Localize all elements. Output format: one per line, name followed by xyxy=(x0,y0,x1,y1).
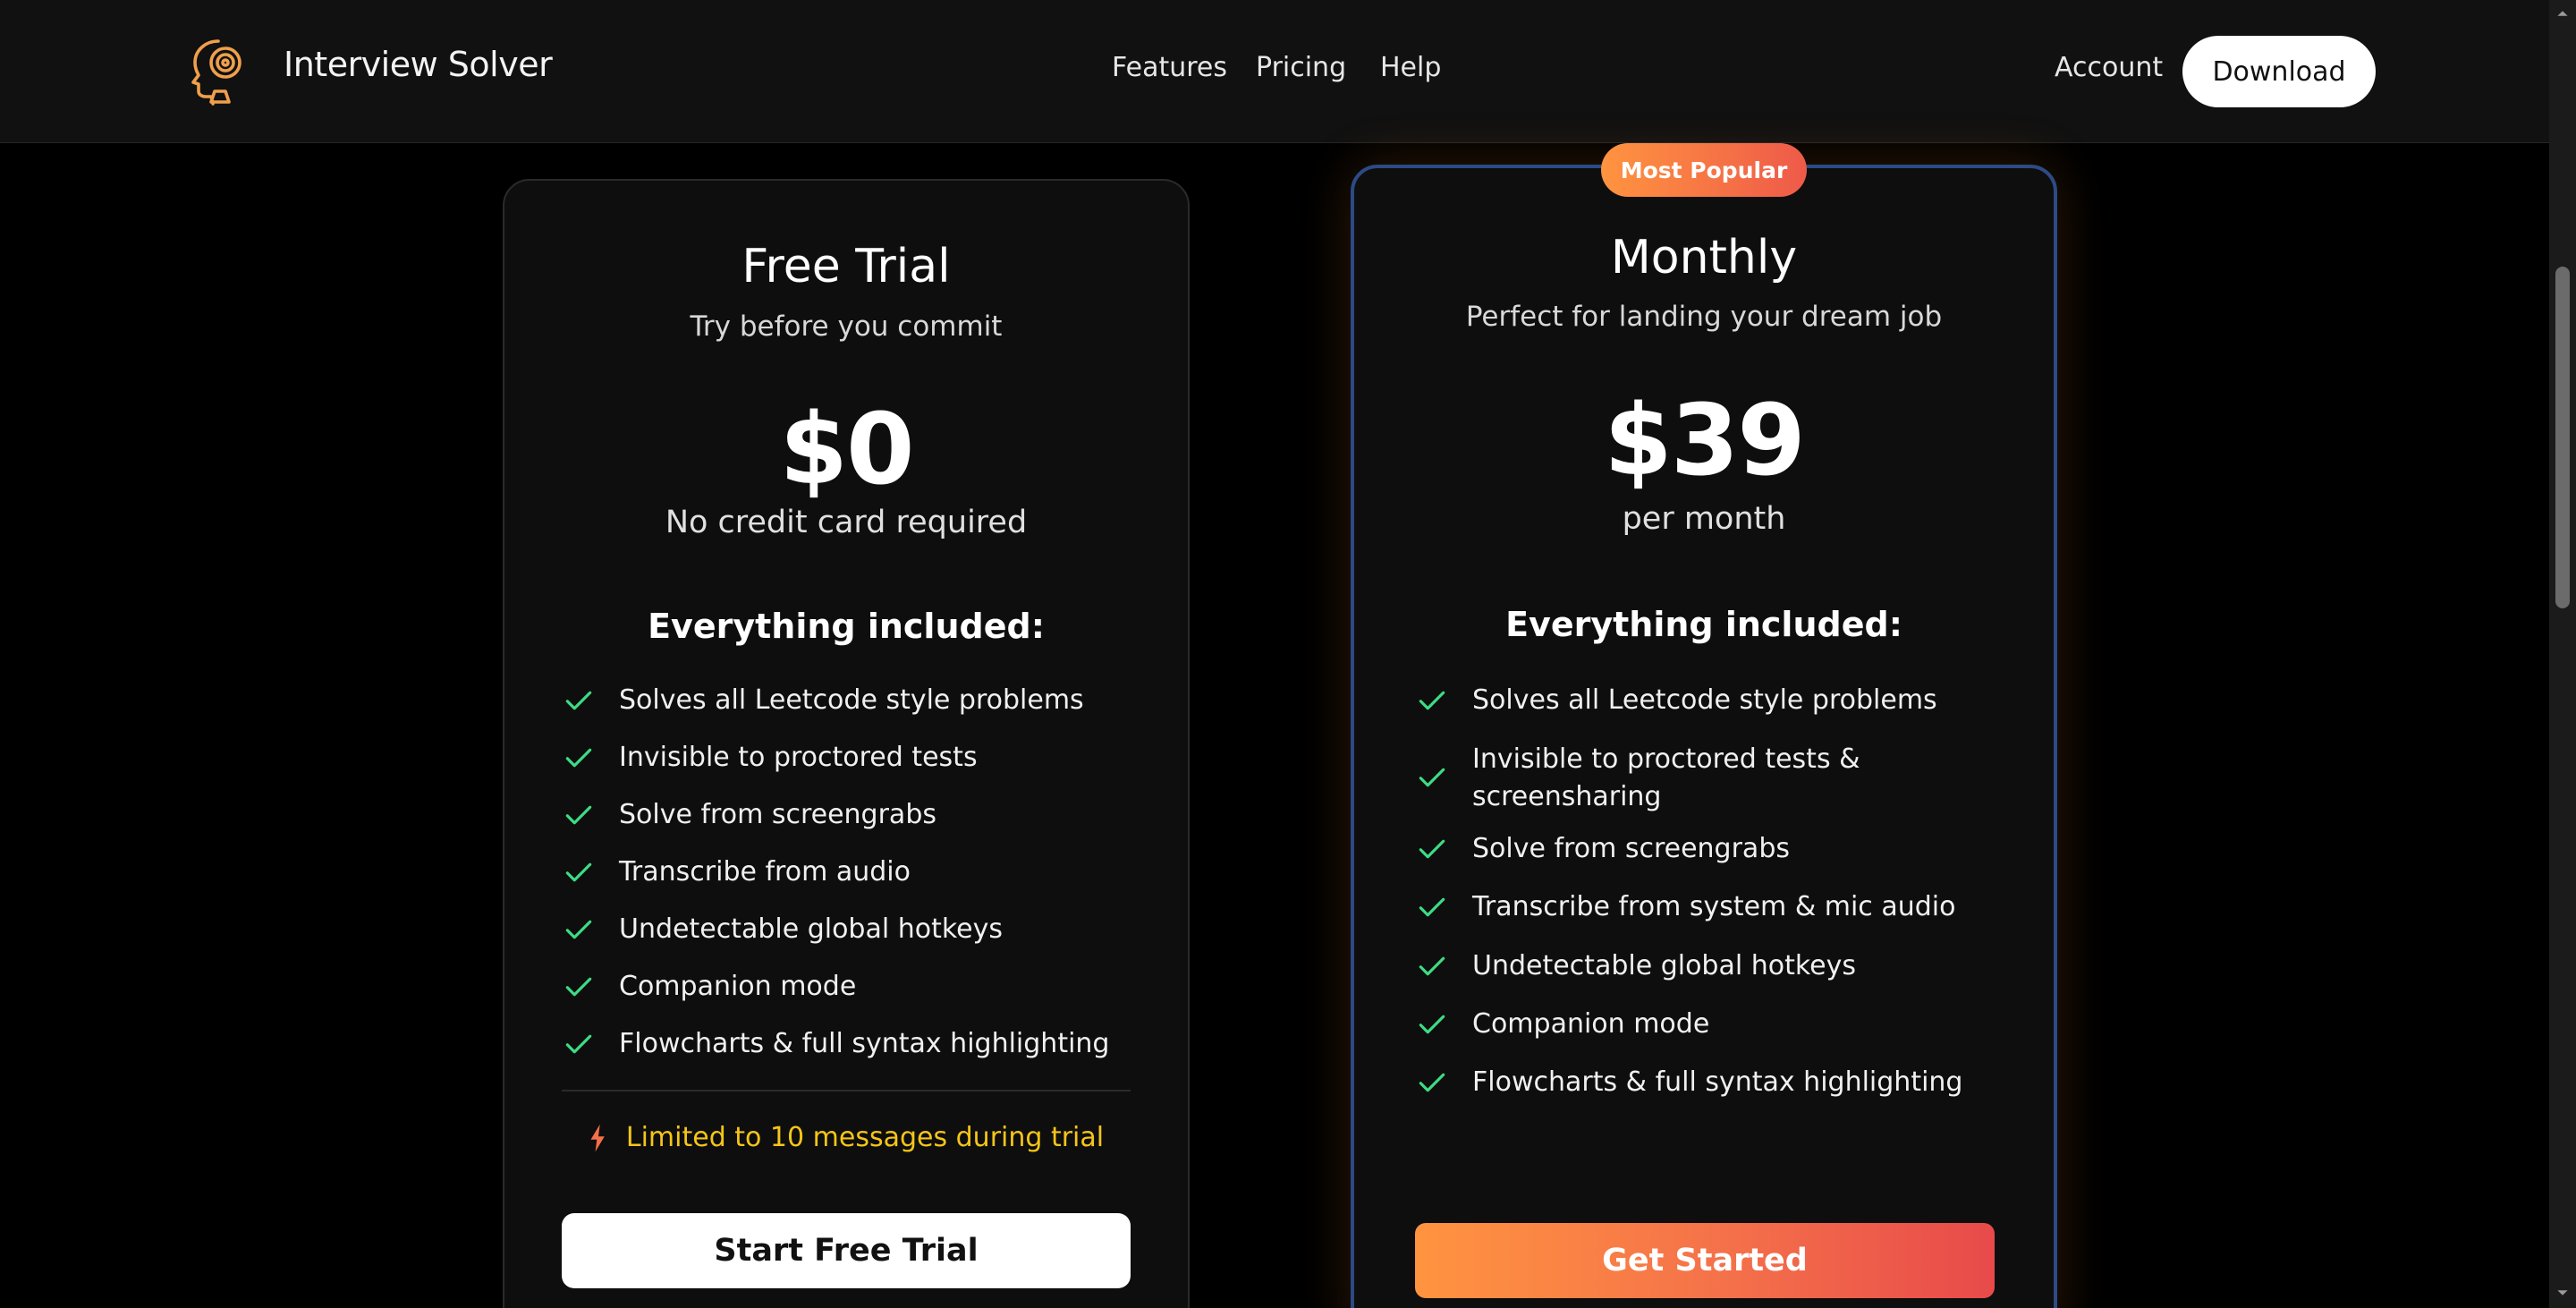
check-icon xyxy=(565,691,592,710)
plan-price: $0 xyxy=(779,392,914,506)
price-note: No credit card required xyxy=(665,505,1028,540)
page-scrollbar[interactable] xyxy=(2549,0,2576,1308)
free-trial-card: Free Trial Try before you commit $0 No c… xyxy=(503,179,1190,1308)
list-item: Solves all Leetcode style problems xyxy=(1415,682,1937,719)
check-icon xyxy=(565,748,592,768)
get-started-button[interactable]: Get Started xyxy=(1415,1223,1995,1298)
account-link[interactable]: Account xyxy=(2055,52,2163,83)
list-item: Companion mode xyxy=(562,968,856,1006)
list-item: Companion mode xyxy=(1415,1006,1709,1043)
most-popular-badge: Most Popular xyxy=(1601,143,1807,197)
limit-text: Limited to 10 messages during trial xyxy=(625,1122,1105,1153)
list-item: Flowcharts & full syntax highlighting xyxy=(562,1025,1109,1063)
check-icon xyxy=(1419,1073,1445,1092)
nav-help-link[interactable]: Help xyxy=(1380,52,1441,83)
check-icon xyxy=(565,862,592,882)
feature-text: Transcribe from system & mic audio xyxy=(1472,891,1956,922)
check-icon xyxy=(565,1034,592,1054)
trial-limit-note: Limited to 10 messages during trial xyxy=(504,1122,1188,1153)
check-icon xyxy=(565,977,592,997)
list-item: Transcribe from system & mic audio xyxy=(1415,888,1955,926)
check-icon xyxy=(1419,897,1445,917)
feature-text: Companion mode xyxy=(1472,1008,1710,1040)
feature-text: Undetectable global hotkeys xyxy=(1472,950,1857,981)
list-item: Solves all Leetcode style problems xyxy=(562,682,1084,719)
top-nav-bar: Interview Solver Features Pricing Help A… xyxy=(0,0,2549,143)
plan-price: $39 xyxy=(1604,383,1806,497)
feature-text: Solves all Leetcode style problems xyxy=(619,684,1084,716)
feature-text: Flowcharts & full syntax highlighting xyxy=(619,1028,1110,1059)
check-icon xyxy=(1419,691,1445,710)
list-item: Transcribe from audio xyxy=(562,854,911,891)
check-icon xyxy=(565,920,592,939)
start-free-trial-button[interactable]: Start Free Trial xyxy=(562,1213,1131,1288)
brand-name[interactable]: Interview Solver xyxy=(284,45,553,84)
feature-text: Flowcharts & full syntax highlighting xyxy=(1472,1066,1963,1098)
feature-text: Solves all Leetcode style problems xyxy=(1472,684,1937,716)
feature-text: Solve from screengrabs xyxy=(1472,833,1790,864)
scroll-down-arrow-icon[interactable] xyxy=(2556,1287,2569,1299)
list-item: Flowcharts & full syntax highlighting xyxy=(1415,1064,1962,1101)
included-heading: Everything included: xyxy=(648,607,1045,646)
list-item: Solve from screengrabs xyxy=(1415,830,1790,868)
plan-subtitle: Try before you commit xyxy=(690,310,1003,343)
nav-features-link[interactable]: Features xyxy=(1112,52,1227,83)
nav-pricing-link[interactable]: Pricing xyxy=(1256,52,1346,83)
monthly-plan-card: Monthly Perfect for landing your dream j… xyxy=(1351,165,2057,1308)
download-button[interactable]: Download xyxy=(2182,36,2376,107)
scroll-up-arrow-icon[interactable] xyxy=(2556,7,2569,20)
plan-subtitle: Perfect for landing your dream job xyxy=(1465,301,1943,333)
list-item: Invisible to proctored tests xyxy=(562,739,978,777)
lightning-bolt-icon xyxy=(590,1124,605,1151)
scroll-thumb[interactable] xyxy=(2555,267,2570,608)
included-heading: Everything included: xyxy=(1505,605,1902,644)
check-icon xyxy=(1419,839,1445,859)
plan-title: Free Trial xyxy=(741,240,951,293)
pricing-page: Interview Solver Features Pricing Help A… xyxy=(0,0,2576,1308)
list-item: Undetectable global hotkeys xyxy=(562,911,1003,948)
feature-text: Invisible to proctored tests & screensha… xyxy=(1472,743,1860,812)
list-item: Solve from screengrabs xyxy=(562,796,936,834)
divider xyxy=(562,1090,1131,1091)
list-item: Undetectable global hotkeys xyxy=(1415,947,1856,985)
feature-text: Companion mode xyxy=(619,971,857,1002)
price-note: per month xyxy=(1622,501,1786,537)
check-icon xyxy=(565,805,592,825)
check-icon xyxy=(1419,956,1445,976)
feature-text: Solve from screengrabs xyxy=(619,799,936,830)
check-icon xyxy=(1419,768,1445,787)
feature-text: Transcribe from audio xyxy=(619,856,911,888)
plan-title: Monthly xyxy=(1610,231,1798,285)
logo-icon[interactable] xyxy=(182,34,254,109)
feature-text: Invisible to proctored tests xyxy=(619,742,978,773)
feature-text: Undetectable global hotkeys xyxy=(619,913,1004,945)
check-icon xyxy=(1419,1015,1445,1034)
list-item: Invisible to proctored tests & screensha… xyxy=(1415,741,1934,816)
